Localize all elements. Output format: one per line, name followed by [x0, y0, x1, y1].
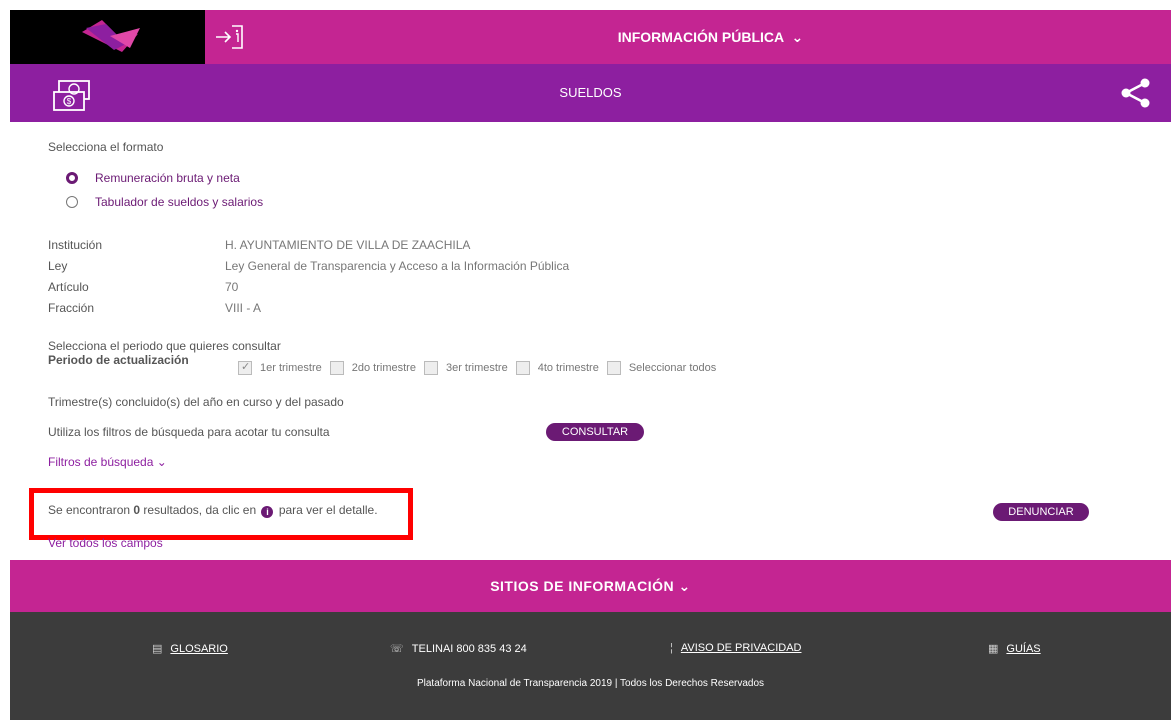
radio-button-selected[interactable] — [66, 172, 78, 184]
periodo-note: Trimestre(s) concluido(s) del año en cur… — [48, 395, 344, 409]
institucion-label: Institución — [48, 238, 103, 252]
guias-link[interactable]: ▦ GUÍAS — [988, 642, 1041, 656]
radio-label: Remuneración bruta y neta — [95, 171, 240, 185]
checkbox-4to-trimestre[interactable] — [515, 361, 530, 375]
fraccion-value: VIII - A — [225, 301, 262, 315]
chevron-down-icon: ⌄ — [678, 578, 691, 594]
filtros-label: Filtros de búsqueda — [48, 455, 154, 469]
institucion-value: H. AYUNTAMIENTO DE VILLA DE ZAACHILA — [225, 238, 471, 252]
radio-remuneracion[interactable]: Remuneración bruta y neta — [66, 170, 240, 186]
filters-hint: Utiliza los filtros de búsqueda para aco… — [48, 425, 330, 439]
articulo-label: Artículo — [48, 280, 89, 294]
results-middle: resultados, da clic en — [140, 503, 260, 517]
footer: ▤ GLOSARIO ☏ TELINAI 800 835 43 24 ¦ AVI… — [10, 612, 1171, 720]
page-title: SUELDOS — [559, 85, 622, 100]
share-icon[interactable] — [1119, 78, 1153, 108]
radio-label: Tabulador de sueldos y salarios — [95, 195, 264, 209]
checkbox-3er-trimestre[interactable] — [423, 361, 438, 375]
radio-button[interactable] — [66, 196, 78, 208]
periodo-label: Periodo de actualización — [48, 353, 189, 367]
format-prompt: Selecciona el formato — [48, 140, 164, 154]
glosario-label: GLOSARIO — [170, 642, 228, 655]
sitios-menu[interactable]: SITIOS DE INFORMACIÓN ⌄ — [10, 560, 1171, 612]
checkbox-label: 3er trimestre — [445, 362, 508, 374]
checkbox-seleccionar-todos[interactable] — [606, 361, 621, 375]
aviso-link[interactable]: ¦ AVISO DE PRIVACIDAD — [670, 642, 801, 654]
aviso-label: AVISO DE PRIVACIDAD — [680, 642, 802, 654]
glosario-link[interactable]: ▤ GLOSARIO — [152, 642, 228, 656]
checkbox-1er-trimestre[interactable] — [238, 360, 252, 375]
sitios-title: SITIOS DE INFORMACIÓN — [490, 578, 675, 594]
fraccion-label: Fracción — [48, 301, 95, 315]
telinai-link[interactable]: ☏ TELINAI 800 835 43 24 — [390, 642, 527, 656]
ley-value: Ley General de Transparencia y Acceso a … — [225, 259, 570, 273]
periodo-checkboxes: 1er trimestre 2do trimestre 3er trimestr… — [238, 359, 724, 377]
chevron-down-icon: ⌄ — [156, 455, 167, 469]
consultar-button[interactable]: CONSULTAR — [546, 423, 644, 441]
checkbox-label: 1er trimestre — [260, 362, 322, 374]
radio-tabulador[interactable]: Tabulador de sueldos y salarios — [66, 194, 263, 210]
telinai-label: TELINAI 800 835 43 24 — [411, 642, 527, 655]
section-header: $ SUELDOS — [10, 64, 1171, 122]
articulo-value: 70 — [225, 280, 239, 294]
ley-label: Ley — [48, 259, 68, 273]
copyright: Plataforma Nacional de Transparencia 201… — [416, 678, 765, 689]
guias-label: GUÍAS — [1006, 642, 1041, 655]
results-prefix: Se encontraron — [48, 503, 134, 517]
site-logo[interactable] — [10, 10, 205, 64]
chevron-down-icon: ⌄ — [791, 29, 804, 45]
informacion-publica-menu[interactable]: INFORMACIÓN PÚBLICA ⌄ — [250, 10, 1171, 64]
document-icon: ▦ — [988, 643, 999, 655]
phone-icon: ☏ — [390, 643, 404, 655]
checkbox-label: 4to trimestre — [537, 362, 599, 374]
info-icon: ¦ — [670, 642, 673, 654]
menu-title: INFORMACIÓN PÚBLICA — [617, 29, 784, 45]
checkbox-label: Seleccionar todos — [628, 362, 717, 374]
results-suffix: para ver el detalle. — [275, 503, 378, 517]
login-icon[interactable] — [210, 20, 252, 54]
glossary-icon: ▤ — [152, 643, 163, 655]
checkbox-2do-trimestre[interactable] — [329, 361, 344, 375]
denunciar-button[interactable]: DENUNCIAR — [993, 503, 1089, 521]
ver-todos-link[interactable]: Ver todos los campos — [48, 536, 163, 550]
info-icon[interactable]: i — [261, 506, 274, 518]
checkbox-label: 2do trimestre — [351, 362, 416, 374]
periodo-prompt: Selecciona el periodo que quieres consul… — [48, 339, 281, 353]
top-navbar: INFORMACIÓN PÚBLICA ⌄ — [10, 10, 1171, 64]
filtros-toggle[interactable]: Filtros de búsqueda ⌄ — [48, 455, 167, 469]
results-summary: Se encontraron 0 resultados, da clic en … — [48, 503, 378, 518]
